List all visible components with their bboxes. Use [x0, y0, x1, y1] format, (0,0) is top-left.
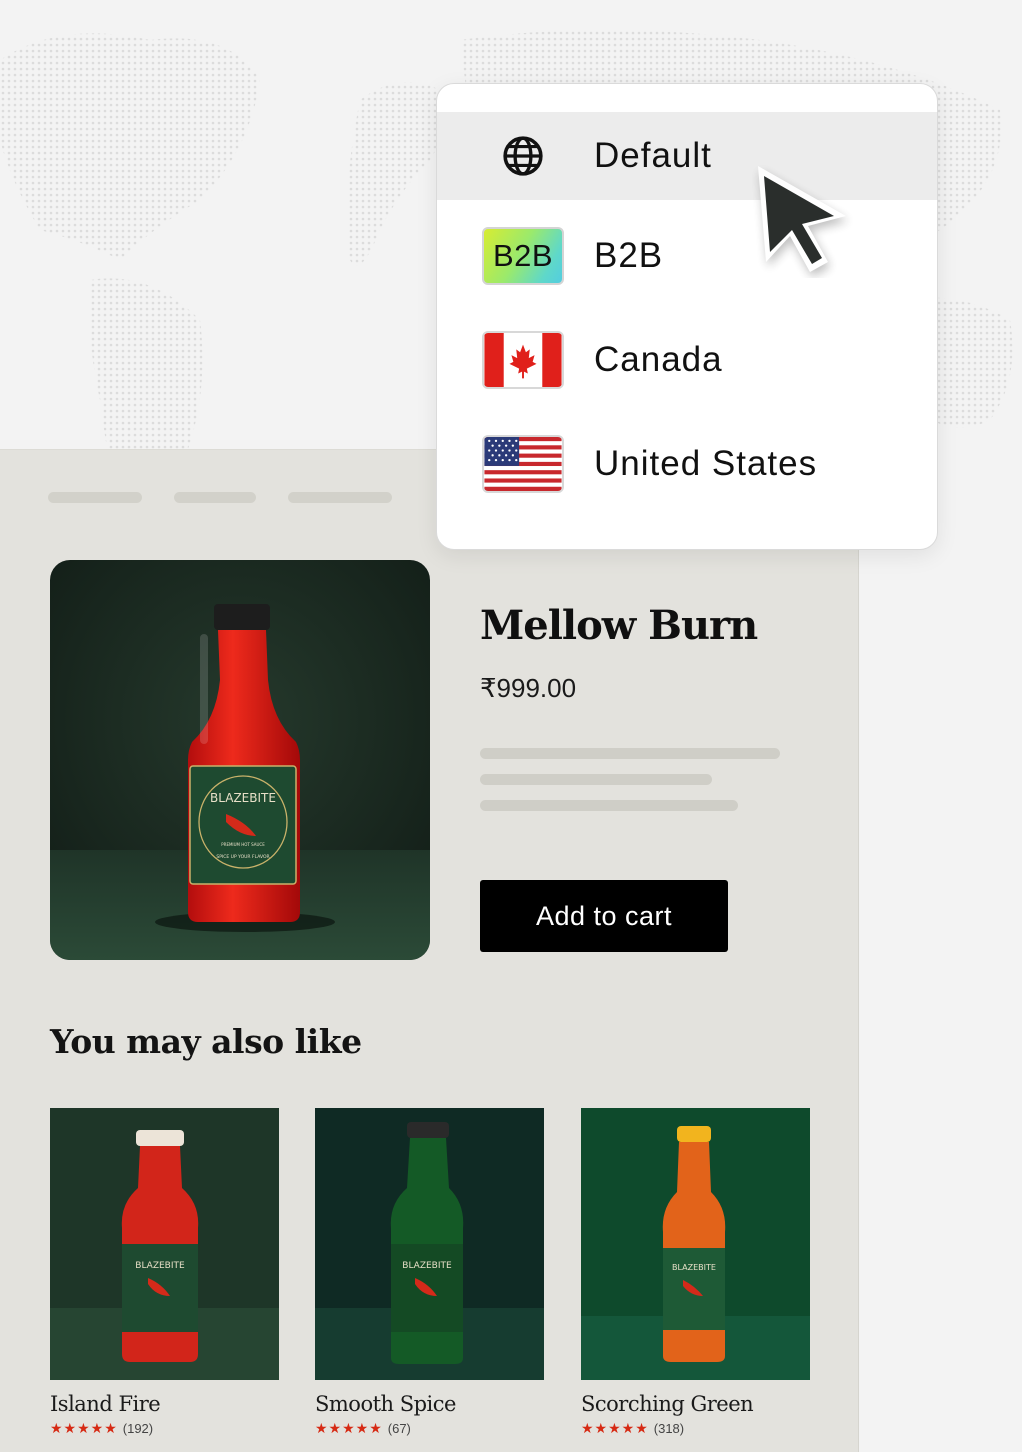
- market-selector-dropdown: Default B2B B2B Canada United States: [436, 83, 938, 550]
- market-option-united-states[interactable]: United States: [437, 420, 937, 508]
- market-option-label: United States: [594, 444, 818, 483]
- market-option-label: Default: [594, 136, 712, 175]
- star-rating-icon: ★★★★★: [315, 1420, 383, 1436]
- nav-placeholder-3: [288, 492, 392, 503]
- rating: ★★★★★ (67): [315, 1420, 544, 1437]
- market-option-label: B2B: [594, 236, 664, 275]
- description-placeholder-1: [480, 748, 780, 759]
- product-thumbnail[interactable]: BLAZEBITE: [50, 1108, 279, 1380]
- product-image[interactable]: BLAZEBITE PREMIUM HOT SAUCE SPICE UP YOU…: [50, 560, 430, 960]
- star-rating-icon: ★★★★★: [50, 1420, 118, 1436]
- market-option-canada[interactable]: Canada: [437, 316, 937, 404]
- review-count: (192): [122, 1421, 154, 1436]
- star-rating-icon: ★★★★★: [581, 1420, 649, 1436]
- review-count: (67): [387, 1421, 411, 1436]
- hot-sauce-bottle-image: BLAZEBITE PREMIUM HOT SAUCE SPICE UP YOU…: [50, 560, 430, 960]
- recommendations-title: You may also like: [50, 1022, 362, 1061]
- recommendation-card-scorching-green[interactable]: BLAZEBITE Scorching Green ★★★★★ (318): [581, 1108, 810, 1437]
- description-placeholder-3: [480, 800, 738, 811]
- recommendation-card-smooth-spice[interactable]: BLAZEBITE Smooth Spice ★★★★★ (67): [315, 1108, 544, 1437]
- rating: ★★★★★ (318): [581, 1420, 810, 1437]
- market-option-default[interactable]: Default: [437, 112, 937, 200]
- svg-text:BLAZEBITE: BLAZEBITE: [135, 1261, 185, 1271]
- rating: ★★★★★ (192): [50, 1420, 279, 1437]
- us-flag-icon: [482, 435, 564, 493]
- product-price: ₹999.00: [480, 673, 577, 703]
- description-placeholder-2: [480, 774, 712, 785]
- svg-text:PREMIUM HOT SAUCE: PREMIUM HOT SAUCE: [221, 842, 265, 847]
- market-option-label: Canada: [594, 340, 723, 379]
- market-option-b2b[interactable]: B2B B2B: [437, 212, 937, 300]
- recommendation-card-island-fire[interactable]: BLAZEBITE Island Fire ★★★★★ (192): [50, 1108, 279, 1437]
- nav-placeholder-2: [174, 492, 256, 503]
- nav-placeholder-1: [48, 492, 142, 503]
- svg-text:BLAZEBITE: BLAZEBITE: [672, 1263, 716, 1272]
- recommendation-name[interactable]: Scorching Green: [581, 1392, 810, 1416]
- recommendation-name[interactable]: Smooth Spice: [315, 1392, 544, 1416]
- svg-text:BLAZEBITE: BLAZEBITE: [402, 1261, 452, 1271]
- globe-icon: [482, 127, 564, 185]
- canada-flag-icon: [482, 331, 564, 389]
- mouse-pointer-icon: [758, 166, 846, 272]
- bottle-brand-text: BLAZEBITE: [210, 791, 276, 805]
- recommendation-name[interactable]: Island Fire: [50, 1392, 279, 1416]
- add-to-cart-button[interactable]: Add to cart: [480, 880, 728, 952]
- product-title: Mellow Burn: [480, 602, 758, 649]
- product-thumbnail[interactable]: BLAZEBITE: [581, 1108, 810, 1380]
- b2b-badge: B2B: [482, 227, 564, 285]
- product-thumbnail[interactable]: BLAZEBITE: [315, 1108, 544, 1380]
- review-count: (318): [653, 1421, 685, 1436]
- svg-text:SPICE UP YOUR FLAVOR: SPICE UP YOUR FLAVOR: [216, 854, 269, 860]
